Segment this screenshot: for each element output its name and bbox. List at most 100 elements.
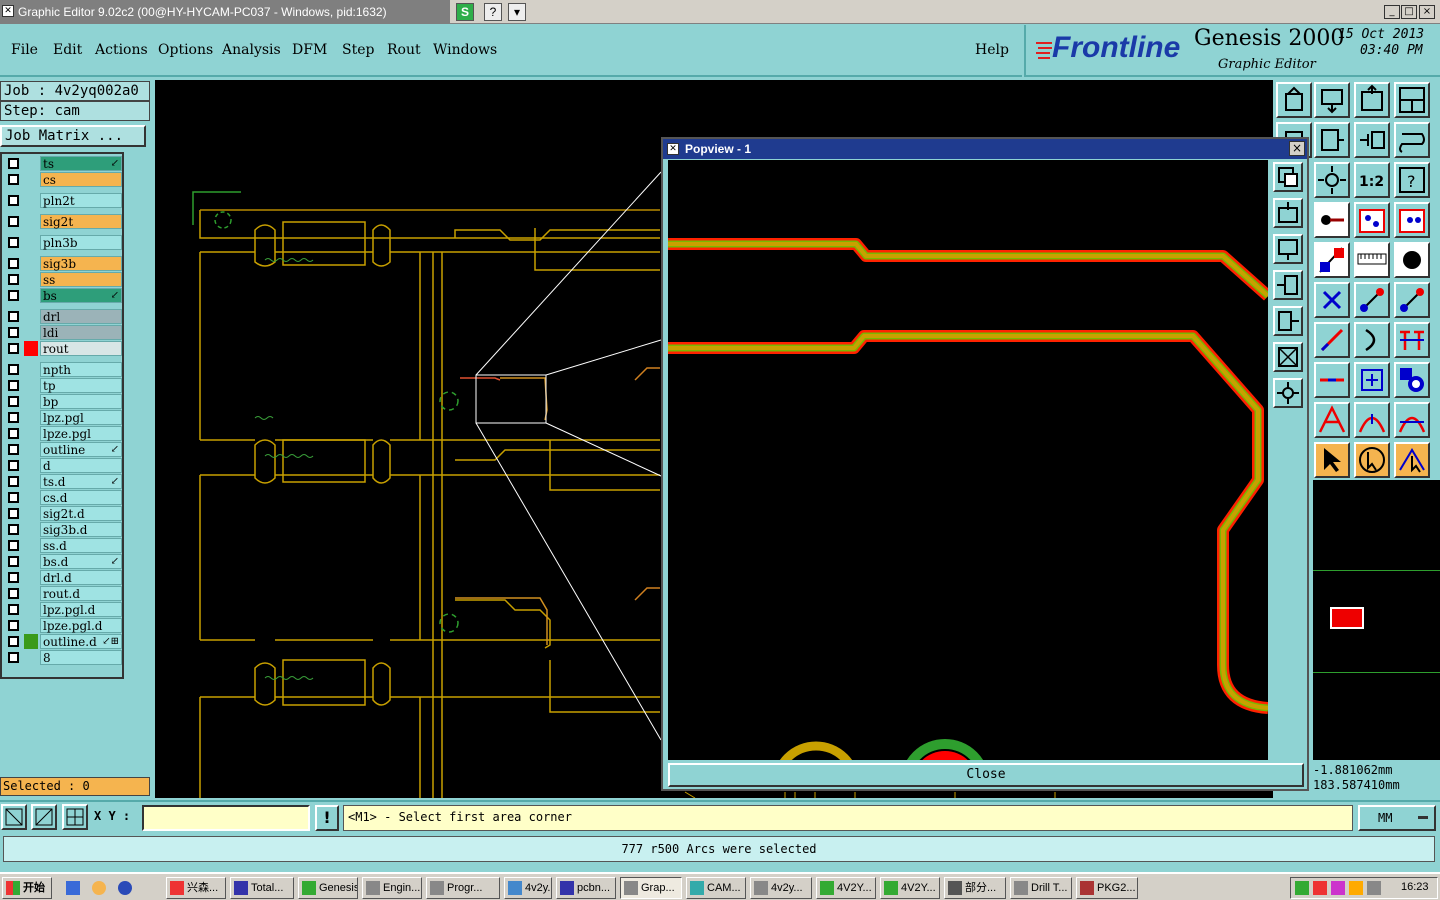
layer-color-swatch[interactable] (24, 458, 38, 473)
cmd-resize-button[interactable] (1, 804, 27, 830)
pop-layout-button[interactable] (1273, 162, 1303, 192)
layer-row[interactable]: pln3b (4, 235, 124, 250)
s-icon[interactable]: S (456, 3, 474, 21)
layer-row[interactable]: sig3b.d (4, 522, 124, 537)
color-swatch[interactable] (1330, 607, 1364, 629)
layer-color-swatch[interactable] (24, 586, 38, 601)
layer-row[interactable]: outline.d ↙⊞ (4, 634, 124, 649)
layer-row[interactable]: cs.d (4, 490, 124, 505)
layer-color-swatch[interactable] (24, 156, 38, 171)
pop-pan-button[interactable] (1273, 378, 1303, 408)
layer-color-swatch[interactable] (24, 650, 38, 665)
cmd-edit-button[interactable] (31, 804, 57, 830)
pop-area-button[interactable] (1273, 306, 1303, 336)
maximize-button[interactable]: □ (1401, 5, 1417, 19)
layer-checkbox[interactable] (8, 604, 19, 615)
zoom-home-button[interactable] (1276, 82, 1312, 118)
measure-button[interactable] (1314, 202, 1350, 238)
layer-color-swatch[interactable] (24, 193, 38, 208)
arc-a-button[interactable] (1314, 402, 1350, 438)
layer-name[interactable]: ts.d ↙ (40, 474, 122, 489)
tray-clock[interactable]: 16:23 (1401, 881, 1429, 893)
scale-button[interactable]: 1:2 (1354, 162, 1390, 198)
layer-color-swatch[interactable] (24, 256, 38, 271)
taskbar-item[interactable]: Genesis (298, 877, 358, 899)
layer-name[interactable]: ss.d (40, 538, 122, 553)
layer-color-swatch[interactable] (24, 634, 38, 649)
menu-actions[interactable]: Actions (95, 42, 148, 58)
layer-color-swatch[interactable] (24, 309, 38, 324)
pop-flip-button[interactable] (1273, 270, 1303, 300)
layer-checkbox[interactable] (8, 572, 19, 583)
layer-checkbox[interactable] (8, 396, 19, 407)
layer-checkbox[interactable] (8, 195, 19, 206)
layer-row[interactable]: drl (4, 309, 124, 324)
tray-icon-5[interactable] (1367, 881, 1381, 895)
pop-fit-button[interactable] (1273, 342, 1303, 372)
layer-checkbox[interactable] (8, 508, 19, 519)
select-area-button[interactable] (1354, 442, 1390, 478)
layer-color-swatch[interactable] (24, 214, 38, 229)
popview-title[interactable]: Popview - 1 (663, 139, 1307, 159)
layer-row[interactable]: ldi (4, 325, 124, 340)
menu-file[interactable]: File (11, 42, 38, 58)
layer-name[interactable]: sig3b (40, 256, 122, 271)
layer-color-swatch[interactable] (24, 602, 38, 617)
layer-row[interactable]: rout (4, 341, 124, 356)
layer-checkbox[interactable] (8, 444, 19, 455)
layer-row[interactable]: lpze.pgl (4, 426, 124, 441)
arc-b-button[interactable] (1354, 402, 1390, 438)
layer-color-swatch[interactable] (24, 506, 38, 521)
layer-checkbox[interactable] (8, 343, 19, 354)
layer-checkbox[interactable] (8, 380, 19, 391)
layer-name[interactable]: drl.d (40, 570, 122, 585)
taskbar-item[interactable]: 4V2Y... (816, 877, 876, 899)
layer-name[interactable]: outline ↙ (40, 442, 122, 457)
shapes-button[interactable] (1394, 362, 1430, 398)
menu-dfm[interactable]: DFM (292, 42, 327, 58)
layer-name[interactable]: ss (40, 272, 122, 287)
layer-color-swatch[interactable] (24, 442, 38, 457)
dropdown-icon[interactable]: ▾ (508, 3, 526, 21)
tray-icon-1[interactable] (1295, 881, 1309, 895)
layer-color-swatch[interactable] (24, 288, 38, 303)
ruler-button[interactable] (1354, 242, 1390, 278)
menu-help[interactable]: Help (975, 42, 1009, 58)
layer-row[interactable]: lpz.pgl.d (4, 602, 124, 617)
layer-row[interactable]: ts ↙ (4, 156, 124, 171)
taskbar-item[interactable]: Total... (230, 877, 294, 899)
layer-row[interactable]: bs.d ↙ (4, 554, 124, 569)
layer-checkbox[interactable] (8, 588, 19, 599)
menu-edit[interactable]: Edit (53, 42, 82, 58)
layer-name[interactable]: bs.d ↙ (40, 554, 122, 569)
layer-name[interactable]: sig2t.d (40, 506, 122, 521)
layer-checkbox[interactable] (8, 364, 19, 375)
layer-row[interactable]: sig2t (4, 214, 124, 229)
zoom-out-button[interactable] (1354, 82, 1390, 118)
taskbar-item[interactable]: PKG2... (1076, 877, 1138, 899)
layer-color-swatch[interactable] (24, 426, 38, 441)
layer-name[interactable]: rout (40, 341, 122, 356)
job-matrix-button[interactable]: Job Matrix ... (0, 125, 146, 147)
menu-options[interactable]: Options (158, 42, 213, 58)
layer-color-swatch[interactable] (24, 394, 38, 409)
menu-step[interactable]: Step (342, 42, 374, 58)
move-point-button[interactable] (1354, 282, 1390, 318)
taskbar-item[interactable]: Grap... (620, 877, 682, 899)
layer-row[interactable]: bs ↙ (4, 288, 124, 303)
layer-name[interactable]: pln2t (40, 193, 122, 208)
taskbar-item[interactable]: 4v2y... (750, 877, 812, 899)
layers-button[interactable] (1354, 202, 1390, 238)
arc-c-button[interactable] (1394, 402, 1430, 438)
arc-button[interactable] (1354, 322, 1390, 358)
layer-name[interactable]: lpze.pgl.d (40, 618, 122, 633)
popview-close-button[interactable]: Close (668, 763, 1304, 787)
layer-row[interactable]: bp (4, 394, 124, 409)
layer-name[interactable]: ldi (40, 325, 122, 340)
taskbar-item[interactable]: pcbn... (556, 877, 616, 899)
snap-button[interactable] (1314, 242, 1350, 278)
layer-color-swatch[interactable] (24, 272, 38, 287)
zoom-fit-button[interactable] (1354, 362, 1390, 398)
layer-checkbox[interactable] (8, 492, 19, 503)
layer-checkbox[interactable] (8, 216, 19, 227)
